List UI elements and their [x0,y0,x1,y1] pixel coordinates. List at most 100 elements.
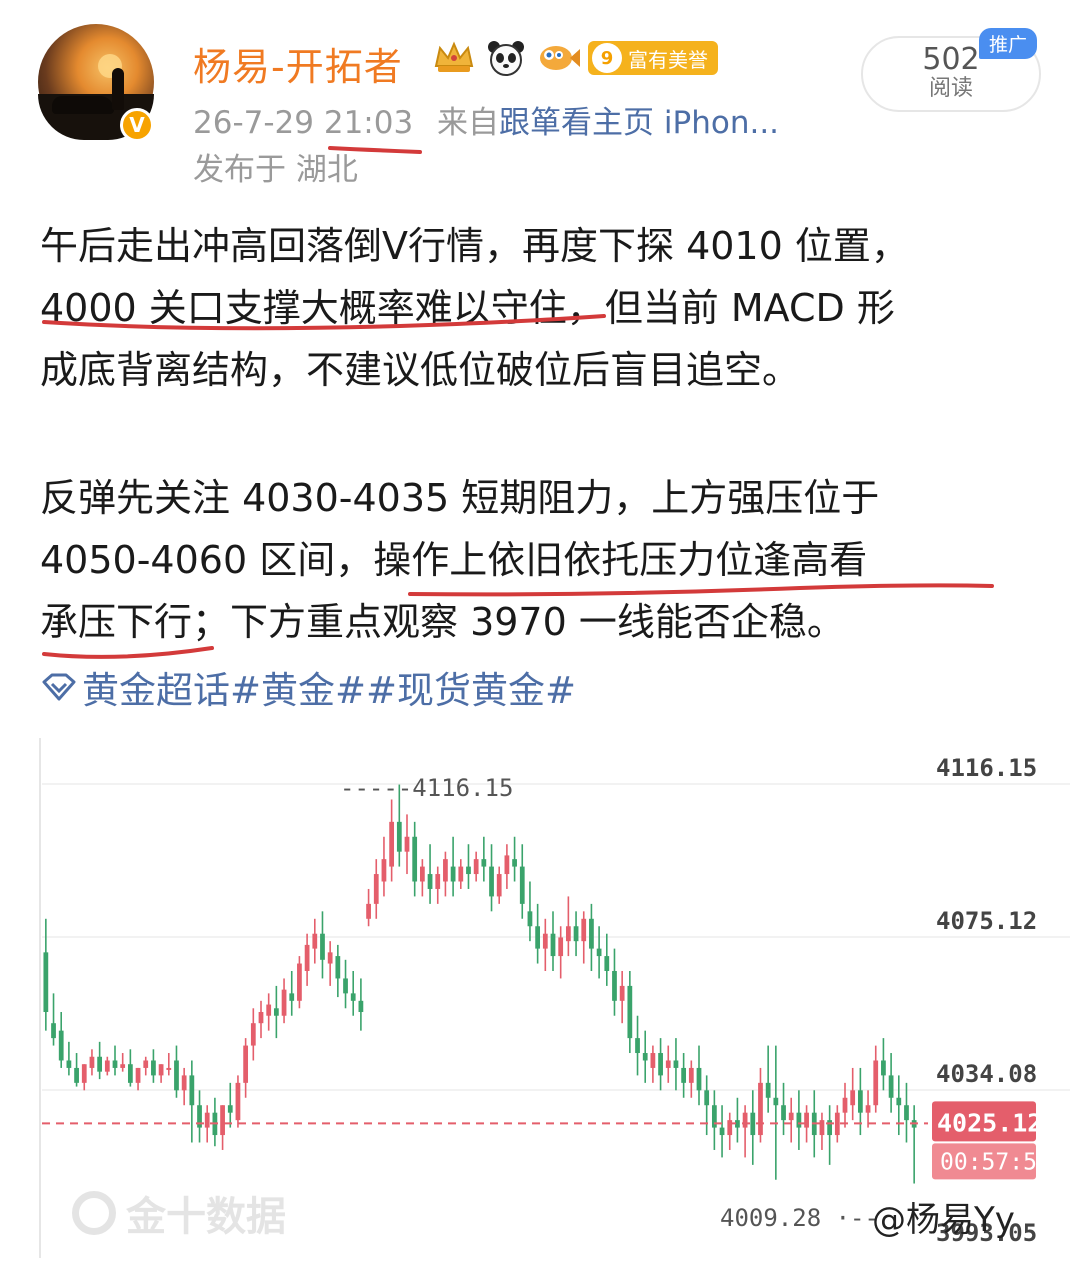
candle-body [151,1060,156,1076]
post-paragraph-1: 午后走出冲高回落倒Ⅴ行情，再度下探 4010 位置， 4000 关口支撑大概率难… [40,215,1050,401]
candle-body [627,985,633,1039]
ad-tag: 推广 [979,28,1038,59]
candle-body [589,918,594,949]
candle-body [220,1105,225,1136]
candle-body [181,1075,187,1091]
candle-body [266,1004,272,1016]
candle-body [489,866,494,897]
candle-body [565,926,571,942]
panda-icon [484,38,528,78]
candle-body [81,1064,87,1083]
post-meta: 26-7-29 21:03 来自跟箪看主页 iPhon... [193,97,779,142]
username[interactable]: 杨易-开拓者 [193,36,403,91]
candle-body [250,1023,256,1046]
post-source-link[interactable]: 跟箪看主页 iPhon... [499,105,779,141]
candle-body [504,855,510,875]
candle-body [857,1090,863,1113]
reads-label: 阅读 [928,76,973,101]
brand-logo-icon [72,1191,116,1235]
candle-body [327,952,333,964]
paragraph-line: 4050-4060 区间，操作上依旧依托压力位逢高看 [40,538,868,582]
candle-body [796,1112,802,1128]
candle-body [51,1023,56,1039]
topic-tags[interactable]: 黄金超话#黄金##现货黄金# [40,660,576,714]
candle-body [804,1112,809,1128]
candle-body [412,836,418,882]
author-watermark: @杨易Yy [872,1200,1015,1240]
candle-body [742,1112,748,1128]
candle-body [558,937,564,957]
candle-body [650,1053,656,1068]
candle-body [297,963,302,1001]
candle-body [850,1090,856,1106]
candle-body [258,1012,264,1024]
candle-body [535,926,541,949]
candle-body [335,956,341,979]
candle-body [904,1105,909,1121]
candle-body [765,1082,771,1098]
candle-body [581,918,587,942]
brand-watermark-text: 金十数据 [126,1194,286,1240]
y-tick-label: 4116.15 [936,754,1037,782]
candle-body [419,866,425,882]
candle-body [343,978,348,994]
candle-body [443,859,448,882]
topic-tags-text[interactable]: 黄金超话#黄金##现货黄金# [82,660,576,714]
candle-body [435,874,441,889]
candle-body [289,993,295,1001]
candle-body [550,933,556,957]
candle-body [788,1112,794,1121]
crown-icon [432,38,476,78]
candle-body [389,821,395,867]
avatar-figure [112,68,124,110]
candle-body [373,874,379,904]
paragraph-line: 午后走出冲高回落倒Ⅴ行情，再度下探 4010 位置， [40,224,909,268]
candle-body [43,952,49,1013]
candle-body [189,1075,195,1106]
candle-body [673,1060,679,1068]
candle-body [312,933,318,949]
post-paragraph-2: 反弹先关注 4030-4035 短期阻力，上方强压位于 4050-4060 区间… [40,467,1050,653]
candle-body [381,859,387,882]
level-badge[interactable]: 9 富有美誉 [588,41,718,75]
candle-body [74,1067,79,1083]
candle-body [143,1060,149,1068]
candle-body [619,985,625,1001]
countdown-label: 00:57:57 [940,1149,1051,1175]
candle-body [204,1112,210,1128]
fish-icon [536,38,580,78]
candle-body [758,1082,763,1136]
candle-body [896,1097,902,1106]
candle-body [97,1056,103,1072]
candle-body [604,956,610,971]
candle-body [243,1045,249,1083]
candle-body [719,1127,725,1136]
y-tick-label: 4075.12 [936,907,1037,935]
candle-body [773,1097,779,1106]
candle-body [688,1067,694,1083]
avatar-car [52,96,114,114]
candle-body [834,1112,840,1136]
candle-body [496,874,502,897]
candle-body [273,1008,279,1016]
verified-v-icon: V [120,108,154,142]
candle-body [450,866,456,882]
candle-body [665,1060,671,1068]
candle-body [466,866,471,875]
candle-body [881,1060,886,1076]
candle-body [135,1067,141,1083]
candle-body [519,866,525,904]
candle-body [281,989,287,1016]
paragraph-line: 成底背离结构，不建议低位破位后盲目追空。 [40,348,801,392]
candle-body [781,1105,786,1121]
candle-body [658,1053,663,1076]
candlestick-chart[interactable]: 4116.154075.124034.083993.054025.1200:57… [38,738,1070,1258]
candle-body [704,1090,710,1106]
level-number: 9 [592,43,622,73]
candle-body [396,821,402,852]
candle-body [366,903,371,919]
level-badge-text: 富有美誉 [628,47,708,72]
candle-body [358,1000,364,1013]
candle-body [58,1030,64,1061]
candle-body [612,970,617,1001]
